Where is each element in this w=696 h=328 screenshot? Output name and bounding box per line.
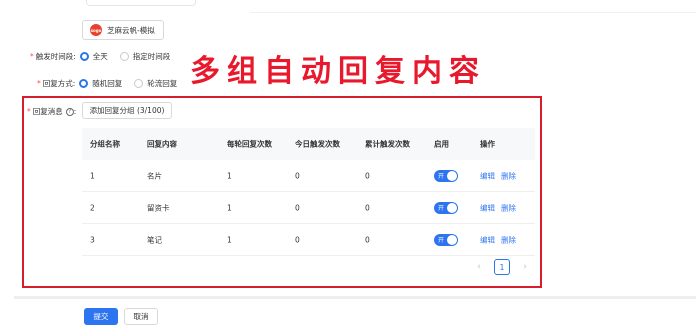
header-enabled: 启用 xyxy=(434,139,449,149)
table-row: 3 笔记 1 0 0 开 编辑 删除 xyxy=(82,224,535,256)
header-total: 累计触发次数 xyxy=(365,139,410,149)
reply-mode-option-rotate[interactable]: 轮流回复 xyxy=(134,78,177,89)
cell-total: 0 xyxy=(365,203,370,212)
cell-per-round: 1 xyxy=(227,203,232,212)
cell-total: 0 xyxy=(365,171,370,180)
row-actions: 编辑 删除 xyxy=(480,234,522,245)
account-name: 芝麻云帆-模拟 xyxy=(107,25,155,35)
cell-reply-content: 名片 xyxy=(147,171,162,180)
radio-checked-icon[interactable] xyxy=(79,79,89,88)
edit-link[interactable]: 编辑 xyxy=(480,235,495,244)
radio-checked-icon[interactable] xyxy=(79,52,89,61)
reply-mode-row: * 回复方式: 随机回复 轮流回复 xyxy=(37,78,178,89)
radio-unchecked-icon[interactable] xyxy=(134,79,144,88)
table-row: 1 名片 1 0 0 开 编辑 删除 xyxy=(82,160,535,192)
cell-today: 0 xyxy=(295,203,300,212)
radio-unchecked-icon[interactable] xyxy=(119,52,129,61)
page-number-button[interactable]: 1 xyxy=(494,259,510,275)
next-page-icon[interactable]: › xyxy=(516,262,534,272)
trigger-time-option-all-day[interactable]: 全天 xyxy=(79,51,108,62)
top-card-edge xyxy=(86,0,196,6)
submit-button[interactable]: 提交 xyxy=(84,308,118,325)
header-per-round: 每轮回复次数 xyxy=(227,139,272,149)
top-divider xyxy=(250,12,696,13)
edit-link[interactable]: 编辑 xyxy=(480,171,495,180)
cell-group-name: 1 xyxy=(90,171,95,180)
enable-switch[interactable]: 开 xyxy=(434,233,458,246)
cancel-button[interactable]: 取消 xyxy=(124,308,158,325)
delete-link[interactable]: 删除 xyxy=(501,235,516,244)
account-tag[interactable]: sogo 芝麻云帆-模拟 xyxy=(82,20,164,40)
reply-message-label-row: * 回复消息 ? : xyxy=(27,107,77,116)
cell-reply-content: 留资卡 xyxy=(147,203,170,212)
reply-mode-option-random[interactable]: 随机回复 xyxy=(79,78,122,89)
header-actions: 操作 xyxy=(480,139,495,149)
delete-link[interactable]: 删除 xyxy=(501,171,516,180)
help-icon[interactable]: ? xyxy=(65,107,74,116)
pagination: ‹ 1 › xyxy=(470,259,534,275)
table-row: 2 留资卡 1 0 0 开 编辑 删除 xyxy=(82,192,535,224)
table-header: 分组名称 回复内容 每轮回复次数 今日触发次数 累计触发次数 启用 操作 xyxy=(82,128,535,160)
auto-reply-settings-page: sogo 芝麻云帆-模拟 * 触发时间段: 全天 指定时间段 * 回复方式: 随… xyxy=(0,0,696,328)
cell-per-round: 1 xyxy=(227,235,232,244)
header-today: 今日触发次数 xyxy=(295,139,340,149)
trigger-time-label: 触发时间段: xyxy=(35,52,76,61)
edit-link[interactable]: 编辑 xyxy=(480,203,495,212)
prev-page-icon[interactable]: ‹ xyxy=(470,262,488,272)
row-actions: 编辑 删除 xyxy=(480,170,522,181)
cell-group-name: 2 xyxy=(90,203,95,212)
delete-link[interactable]: 删除 xyxy=(501,203,516,212)
reply-message-label: 回复消息 xyxy=(32,107,63,116)
cell-reply-content: 笔记 xyxy=(147,235,162,244)
overlay-caption: 多组自动回复内容 xyxy=(190,54,486,89)
header-group-name: 分组名称 xyxy=(90,139,120,149)
cell-group-name: 3 xyxy=(90,235,95,244)
header-reply-content: 回复内容 xyxy=(147,139,177,149)
cell-total: 0 xyxy=(365,235,370,244)
enable-switch[interactable]: 开 xyxy=(434,169,458,182)
bottom-divider xyxy=(14,296,696,299)
cell-today: 0 xyxy=(295,235,300,244)
enable-switch[interactable]: 开 xyxy=(434,201,458,214)
row-actions: 编辑 删除 xyxy=(480,202,522,213)
add-reply-group-button[interactable]: 添加回复分组 (3/100) xyxy=(82,102,172,119)
cell-per-round: 1 xyxy=(227,171,232,180)
trigger-time-option-specified[interactable]: 指定时间段 xyxy=(119,51,170,62)
cell-today: 0 xyxy=(295,171,300,180)
trigger-time-row: * 触发时间段: 全天 指定时间段 xyxy=(30,51,171,62)
reply-groups-table: 分组名称 回复内容 每轮回复次数 今日触发次数 累计触发次数 启用 操作 1 名… xyxy=(82,128,535,256)
reply-mode-label: 回复方式: xyxy=(42,79,76,88)
account-logo-icon: sogo xyxy=(90,24,102,36)
